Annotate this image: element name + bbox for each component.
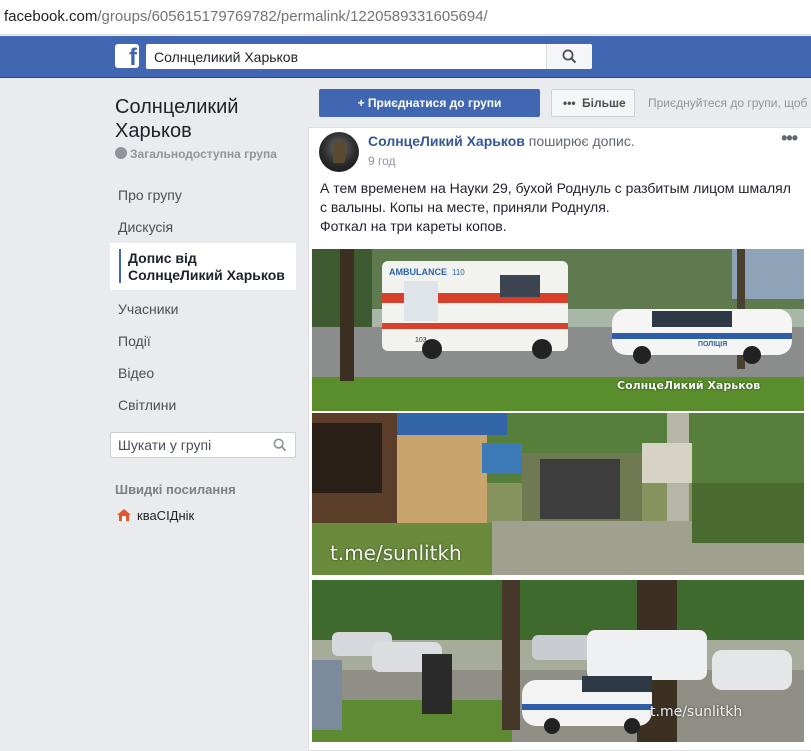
post-photo-2[interactable]: t.me/sunlitkh [312,413,804,575]
post-author-line: СолнцеЛикий Харьков поширює допис. [368,133,635,149]
sidebar-item-videos[interactable]: Відео [118,365,154,381]
url-host: facebook.com [4,8,98,25]
ambulance-side-number: 103 [415,337,427,344]
group-title[interactable]: Солнцеликий Харьков [115,95,295,143]
facebook-top-bar: f [0,36,811,78]
sidebar-item-post-label: Допис від СолнцеЛикий Харьков [128,250,285,283]
url-path: /groups/605615179769782/permalink/122058… [97,8,488,25]
post-options-icon[interactable]: ••• [781,128,798,149]
group-actions: + Приєднатися до групи ••• Більше Приєдну… [318,89,811,119]
post-photo-3[interactable]: t.me/sunlitkh [312,580,804,742]
photo-watermark: t.me/sunlitkh [330,541,462,565]
post-card: СолнцеЛикий Харьков поширює допис. 9 год… [308,127,811,751]
post-text-line: Фоткал на три кареты копов. [320,218,507,234]
group-privacy-label: Загальнодоступна група [130,147,277,161]
more-label: Більше [582,96,626,110]
global-search-input[interactable] [146,44,546,69]
post-timestamp[interactable]: 9 год [368,154,396,168]
avatar-figure [333,141,345,163]
global-search [146,44,592,69]
globe-icon [115,147,127,159]
home-icon [116,508,132,522]
search-icon[interactable] [273,438,287,452]
more-button[interactable]: ••• Більше [551,89,635,117]
post-author-link[interactable]: СолнцеЛикий Харьков [368,133,525,149]
facebook-logo-letter: f [129,44,137,68]
group-search [110,432,296,458]
join-group-label: Приєднатися до групи [367,96,502,110]
sidebar-item-events[interactable]: Події [118,333,151,349]
author-avatar[interactable] [319,132,359,172]
post-text: А тем временем на Науки 29, бухой Роднул… [320,179,800,236]
post-action: поширює допис. [528,133,635,149]
quick-links-heading: Швидкі посилання [115,482,236,497]
post-text-line: с валыны. Копы на месте, приняли Роднуля… [320,199,610,215]
ambulance-label: AMBULANCE [389,267,447,277]
quick-link-item[interactable]: кваСІДнік [116,508,194,523]
sidebar-item-members[interactable]: Учасники [118,301,178,317]
join-hint: Приєднуйтеся до групи, щоб [648,96,808,110]
facebook-logo[interactable]: f [115,44,139,68]
group-search-input[interactable] [111,433,261,457]
post-photo-1[interactable]: AMBULANCE 110 103 ПОЛІЦІЯ СолнцеЛикий Ха… [312,249,804,411]
sidebar-item-photos[interactable]: Світлини [118,397,176,413]
photo-watermark: СолнцеЛикий Харьков [617,379,761,392]
sidebar-item-post[interactable]: Допис від СолнцеЛикий Харьков [110,243,296,290]
sidebar-item-discussion[interactable]: Дискусія [118,219,173,235]
browser-url-bar[interactable]: facebook.com/groups/605615179769782/perm… [0,0,811,35]
group-privacy: Загальнодоступна група [115,147,277,161]
police-label: ПОЛІЦІЯ [698,341,727,348]
search-button[interactable] [546,44,592,69]
quick-link-label: кваСІДнік [137,508,195,523]
sidebar-item-about[interactable]: Про групу [118,187,182,203]
photo-watermark: t.me/sunlitkh [650,704,743,720]
join-group-button[interactable]: + Приєднатися до групи [319,89,540,117]
url-text[interactable]: facebook.com/groups/605615179769782/perm… [4,8,488,25]
more-dots-icon: ••• [563,96,576,110]
post-text-line: А тем временем на Науки 29, бухой Роднул… [320,180,791,196]
active-indicator [119,249,121,283]
ambulance-number: 110 [452,268,465,277]
search-icon [562,49,577,64]
